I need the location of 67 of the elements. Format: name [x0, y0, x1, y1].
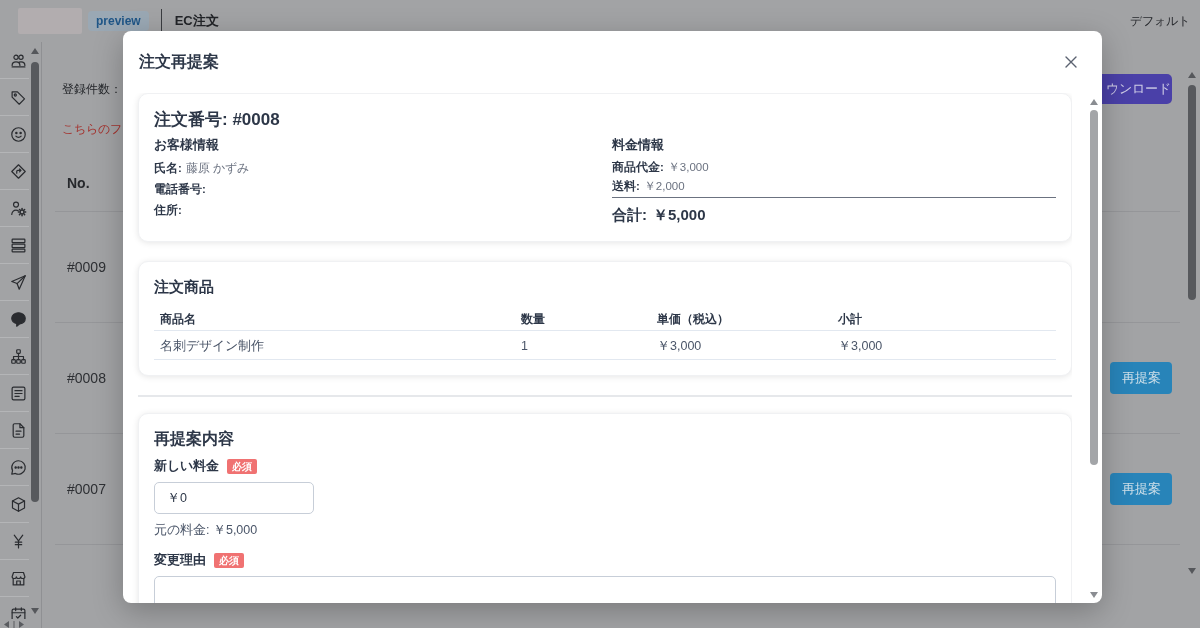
- smiley-icon[interactable]: [10, 125, 28, 143]
- repropose-button[interactable]: 再提案: [1110, 362, 1172, 394]
- paper-plane-icon[interactable]: [10, 273, 28, 291]
- section-heading: 注文商品: [154, 277, 215, 297]
- field-value: 藤原 かずみ: [185, 160, 250, 177]
- column-heading: 数量: [521, 311, 545, 326]
- section-heading: お客様情報: [154, 136, 220, 154]
- repropose-button[interactable]: 再提案: [1110, 473, 1172, 505]
- product-name: 名刺デザイン制作: [160, 339, 264, 353]
- section-heading: 再提案内容: [154, 429, 235, 449]
- close-icon: [1065, 56, 1077, 68]
- sitemap-icon[interactable]: [10, 347, 28, 365]
- mode-badge: preview: [88, 11, 149, 31]
- field-label: 変更理由: [154, 551, 206, 569]
- required-badge: 必須: [227, 458, 257, 474]
- stacked-rows-icon[interactable]: [10, 236, 28, 254]
- field-label: 新しい料金: [154, 457, 219, 475]
- cube-icon[interactable]: [10, 495, 28, 513]
- notice-text: こちらのフ: [62, 121, 122, 138]
- field-value: ￥2,000: [643, 178, 685, 194]
- required-badge: 必須: [214, 552, 244, 568]
- scrollbar-thumb[interactable]: [1090, 110, 1098, 465]
- scroll-up-arrow-icon[interactable]: [1090, 99, 1098, 105]
- order-number: #0009: [67, 257, 106, 277]
- column-heading: 単価（税込）: [657, 311, 729, 326]
- scroll-down-arrow-icon[interactable]: [31, 608, 40, 614]
- scroll-down-arrow-icon[interactable]: [1188, 568, 1196, 574]
- field-label: 氏名:: [154, 160, 182, 176]
- order-number: #0007: [67, 479, 106, 499]
- section-heading: 料金情報: [612, 136, 665, 154]
- field-label: 送料:: [612, 178, 640, 194]
- modal-title: 注文再提案: [139, 52, 219, 72]
- order-number: #0008: [67, 368, 106, 388]
- unit-price: ￥3,000: [657, 339, 702, 353]
- record-count-label: 登録件数：: [62, 81, 122, 98]
- view-dropdown[interactable]: デフォルト: [1130, 12, 1190, 30]
- calendar-check-icon[interactable]: [10, 606, 28, 619]
- field-label: 電話番号:: [154, 181, 206, 197]
- total-value: ￥5,000: [653, 204, 706, 225]
- scroll-up-arrow-icon[interactable]: [31, 48, 40, 54]
- column-heading: No.: [67, 174, 90, 193]
- field-value: ￥3,000: [667, 159, 709, 175]
- page-title: EC注文: [174, 12, 219, 31]
- text-lines-icon[interactable]: [10, 384, 28, 402]
- tag-icon[interactable]: [10, 88, 28, 106]
- store-icon[interactable]: [10, 569, 28, 587]
- chat-dots-icon[interactable]: [10, 458, 28, 476]
- scroll-left-right-arrows-icon[interactable]: [4, 621, 24, 628]
- download-button[interactable]: ウンロード: [1102, 74, 1172, 104]
- order-number-heading: 注文番号: #0008: [154, 109, 281, 131]
- diamond-arrow-icon[interactable]: [10, 162, 28, 180]
- column-heading: 小計: [838, 311, 862, 326]
- scroll-up-arrow-icon[interactable]: [1188, 72, 1196, 78]
- scrollbar-thumb[interactable]: [1188, 85, 1196, 300]
- close-button[interactable]: [1065, 56, 1077, 68]
- column-heading: 商品名: [160, 311, 196, 326]
- chat-bubble-icon[interactable]: [10, 310, 28, 328]
- subtotal: ￥3,000: [838, 339, 883, 353]
- quantity: 1: [521, 339, 528, 353]
- hint-text: 元の料金: ￥5,000: [154, 521, 258, 539]
- field-label: 商品代金:: [612, 159, 664, 175]
- total-label: 合計:: [612, 204, 647, 225]
- price-input[interactable]: ￥0: [154, 482, 314, 514]
- scrollbar-thumb[interactable]: [31, 62, 40, 502]
- scroll-down-arrow-icon[interactable]: [1090, 592, 1098, 598]
- user-gear-icon[interactable]: [10, 199, 28, 217]
- field-label: 住所:: [154, 202, 182, 218]
